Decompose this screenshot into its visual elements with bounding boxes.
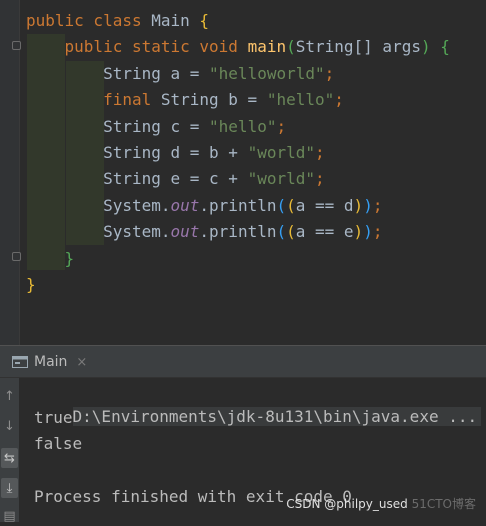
code-token: public class [26,11,152,30]
console-output-line: true [34,408,73,427]
code-token: String a = [26,63,210,83]
code-token: ( [286,195,296,215]
code-token: ; [324,63,335,83]
tab-main-label: Main [34,354,68,370]
watermark-text: CSDN @philpy_used [286,497,408,511]
rerun-up-icon[interactable]: ↑ [1,386,18,406]
code-token: ) [353,195,364,215]
console-output[interactable]: D:\Environments\jdk-8u131\bin\java.exe .… [19,378,486,522]
code-token: ) [363,222,373,242]
print-icon[interactable]: ▤ [1,506,18,526]
watermark-faint: 51CTO博客 [411,497,476,511]
code-token: .println [199,222,277,242]
code-token: ( [286,222,296,242]
code-line[interactable]: String a = "helloworld"; [26,61,334,87]
code-line[interactable]: System.out.println((a == d)); [26,193,382,219]
code-token: { [440,37,450,57]
code-token: } [26,248,75,268]
code-token: { [199,11,210,30]
code-line[interactable]: } [26,272,36,298]
code-token: ; [276,116,287,136]
code-token: System. [26,195,171,215]
code-token: out [170,195,200,215]
code-line[interactable]: public static void main(String[] args) { [26,34,450,60]
code-line[interactable]: String e = c + "world"; [26,166,325,192]
code-line[interactable]: final String b = "hello"; [26,87,344,113]
code-token: String d = b + [26,143,248,162]
code-token: "world" [247,169,315,189]
run-toolbar: ↑ ↓ ⇆ ⤓ ▤ [0,378,20,524]
code-token: main [247,37,287,57]
code-editor[interactable]: public class Main { public static void m… [0,0,486,345]
code-token: ; [315,143,325,162]
code-token: a == e [295,222,354,242]
java-command[interactable]: D:\Environments\jdk-8u131\bin\java.exe .… [72,407,482,426]
code-line[interactable]: String c = "hello"; [26,114,286,140]
down-arrow-icon[interactable]: ↓ [1,416,18,436]
fold-marker-icon[interactable] [12,41,21,50]
code-token: ; [334,90,344,110]
code-token: ; [372,222,383,242]
code-token: out [170,222,200,242]
code-line[interactable]: public class Main { [26,8,209,34]
code-token: String[] args [295,37,421,57]
console-command-line: D:\Environments\jdk-8u131\bin\java.exe .… [34,378,482,426]
scroll-to-end-icon[interactable]: ⤓ [1,478,18,498]
code-token: ) [420,37,431,57]
console-output-line: false [34,434,83,453]
code-token: "hello" [209,116,277,136]
code-line[interactable]: } [26,246,75,272]
code-token: } [26,275,36,294]
code-token: Main [151,11,200,30]
code-token: "hello" [266,90,335,110]
code-line[interactable]: System.out.println((a == e)); [26,219,382,245]
code-token: "helloworld" [209,63,325,83]
code-token: String c = [26,116,210,136]
code-token: "world" [247,143,315,162]
code-token: ; [315,169,325,189]
code-token: .println [199,195,277,215]
code-token: ; [372,195,383,215]
close-icon[interactable]: × [76,355,87,370]
code-token: final [26,90,161,110]
code-token: ( [276,195,287,215]
watermark: CSDN @philpy_used 51CTO博客 [286,495,476,512]
code-token: System. [26,222,171,242]
tab-main[interactable]: Main × [12,346,87,378]
soft-wrap-icon[interactable]: ⇆ [1,448,18,468]
code-token: String e = c + [26,169,248,189]
run-config-icon [12,356,28,368]
code-token: a == d [295,195,354,215]
code-token: ( [286,37,296,57]
fold-marker-icon[interactable] [12,252,21,261]
code-line[interactable]: String d = b + "world"; [26,140,325,166]
run-panel-header: Main × [0,345,486,378]
code-token: String b = [160,90,267,110]
code-token: public static void [26,37,248,57]
code-token: ) [363,195,373,215]
code-token: ) [353,222,364,242]
code-token: ( [276,222,287,242]
editor-gutter [0,0,21,345]
